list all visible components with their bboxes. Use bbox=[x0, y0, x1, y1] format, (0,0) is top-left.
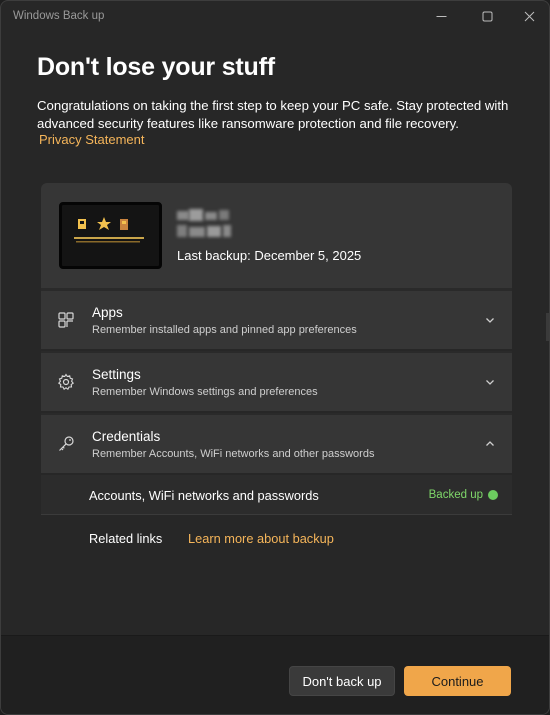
wallpaper-preview-icon bbox=[70, 211, 150, 257]
section-subtitle: Remember Accounts, WiFi networks and oth… bbox=[92, 448, 375, 460]
credentials-detail-label: Accounts, WiFi networks and passwords bbox=[89, 488, 319, 503]
related-links-label: Related links bbox=[89, 531, 163, 546]
dont-back-up-button[interactable]: Don't back up bbox=[289, 666, 395, 696]
section-subtitle: Remember Windows settings and preference… bbox=[92, 386, 318, 398]
apps-icon bbox=[58, 312, 74, 328]
minimize-button[interactable] bbox=[419, 1, 463, 31]
gear-icon bbox=[57, 373, 75, 391]
section-settings[interactable]: Settings Remember Windows settings and p… bbox=[41, 351, 512, 411]
minimize-icon bbox=[436, 15, 446, 17]
maximize-icon bbox=[482, 11, 492, 21]
section-title: Credentials bbox=[92, 429, 161, 444]
chevron-up-icon[interactable] bbox=[483, 437, 497, 451]
device-thumbnail bbox=[59, 202, 162, 269]
learn-more-link[interactable]: Learn more about backup bbox=[188, 531, 334, 546]
maximize-button[interactable] bbox=[465, 1, 509, 31]
section-apps[interactable]: Apps Remember installed apps and pinned … bbox=[41, 289, 512, 349]
close-button[interactable] bbox=[507, 1, 549, 31]
section-credentials[interactable]: Credentials Remember Accounts, WiFi netw… bbox=[41, 413, 512, 473]
device-name-redacted bbox=[177, 209, 233, 245]
related-links-row: Related links Learn more about backup bbox=[41, 516, 512, 560]
intro-text: Congratulations on taking the first step… bbox=[37, 98, 509, 131]
chevron-down-icon[interactable] bbox=[483, 375, 497, 389]
window-title: Windows Back up bbox=[13, 10, 105, 22]
continue-button[interactable]: Continue bbox=[404, 666, 511, 696]
footer-bar: Don't back up Continue bbox=[1, 635, 549, 714]
key-icon bbox=[59, 436, 74, 451]
scrollbar[interactable] bbox=[546, 313, 549, 341]
backup-window: Windows Back up Don't lose your stuff Co… bbox=[0, 0, 550, 715]
close-icon bbox=[524, 11, 534, 21]
page-heading: Don't lose your stuff bbox=[37, 53, 275, 81]
title-bar: Windows Back up bbox=[1, 1, 549, 31]
section-title: Settings bbox=[92, 367, 141, 382]
success-dot-icon bbox=[488, 490, 498, 500]
status-badge: Backed up bbox=[429, 489, 498, 501]
chevron-down-icon[interactable] bbox=[483, 313, 497, 327]
section-subtitle: Remember installed apps and pinned app p… bbox=[92, 324, 357, 336]
device-summary: Last backup: December 5, 2025 bbox=[41, 183, 512, 289]
credentials-detail-row: Accounts, WiFi networks and passwords Ba… bbox=[41, 475, 512, 515]
section-title: Apps bbox=[92, 305, 123, 320]
status-text: Backed up bbox=[428, 489, 483, 501]
privacy-statement-link[interactable]: Privacy Statement bbox=[39, 132, 145, 147]
last-backup-date: Last backup: December 5, 2025 bbox=[177, 248, 362, 263]
